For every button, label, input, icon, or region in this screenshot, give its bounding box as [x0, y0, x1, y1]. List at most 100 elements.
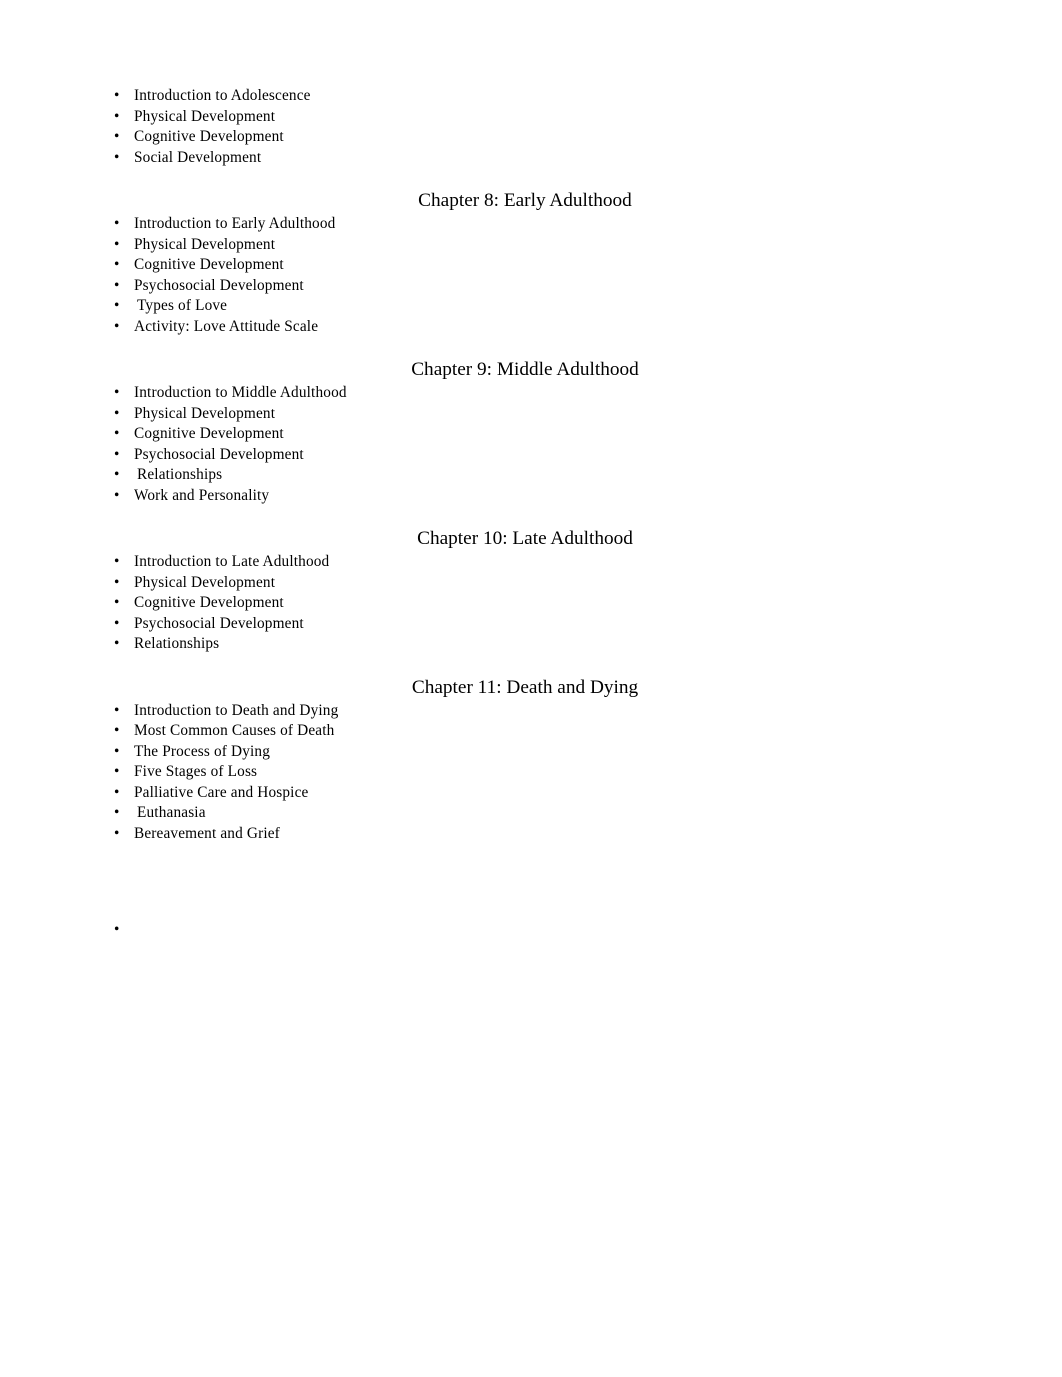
list-item-label: Euthanasia	[137, 804, 206, 821]
list-item: • Psychosocial Development	[0, 445, 1062, 466]
list-item: • Cognitive Development	[0, 424, 1062, 445]
list-item-label: Introduction to Death and Dying	[134, 701, 339, 719]
list-item: • Palliative Care and Hospice	[0, 783, 1062, 804]
bullet-icon: •	[114, 701, 120, 719]
bullet-icon: •	[114, 384, 120, 401]
list-item-label: Introduction to Middle Adulthood	[134, 384, 347, 401]
bullet-icon: •	[114, 553, 120, 570]
bullet-icon: •	[114, 594, 120, 611]
bullet-icon: •	[114, 317, 120, 335]
list-item-label: Psychosocial Development	[134, 614, 304, 632]
list-item: • The Process of Dying	[0, 742, 1062, 763]
bullet-icon: •	[114, 824, 120, 842]
bullet-icon: •	[114, 742, 120, 760]
list-item: • Activity: Love Attitude Scale	[0, 317, 1062, 338]
list-item-label: Palliative Care and Hospice	[134, 783, 309, 801]
list-item-label: Cognitive Development	[134, 256, 284, 273]
chapter-heading: Chapter 8: Early Adulthood	[418, 190, 632, 211]
list-item-label: Social Development	[134, 148, 262, 166]
bullet-icon: •	[114, 215, 120, 232]
list-item-label: Physical Development	[134, 573, 276, 591]
list-item: • Bereavement and Grief	[0, 824, 1062, 845]
bullet-icon: •	[114, 466, 120, 483]
list-item-label: Activity: Love Attitude Scale	[134, 317, 319, 335]
bullet-icon: •	[114, 425, 120, 442]
list-item-label: Physical Development	[134, 107, 276, 125]
list-item: • Work and Personality	[0, 486, 1062, 507]
bullet-icon: •	[114, 87, 120, 104]
list-item: • Introduction to Early Adulthood	[0, 214, 1062, 235]
topic-list: • Introduction to Early Adulthood • Physica…	[0, 214, 1062, 337]
list-item-label: Introduction to Late Adulthood	[134, 553, 330, 570]
chapter-section: Chapter 8: Early Adulthood • Introduction …	[0, 168, 1062, 337]
trailing-spacer	[0, 844, 1062, 920]
list-item: • Introduction to Death and Dying	[0, 701, 1062, 722]
list-item: • Types of Love	[0, 296, 1062, 317]
bullet-icon: •	[114, 573, 120, 591]
list-item: • Introduction to Adolescence	[0, 86, 1062, 107]
list-item-label: Introduction to Early Adulthood	[134, 215, 336, 232]
list-item-label: Cognitive Development	[134, 128, 284, 145]
list-item: • Psychosocial Development	[0, 614, 1062, 635]
document-body: • Introduction to Adolescence • Physical De…	[0, 0, 1062, 941]
bullet-icon: •	[114, 148, 120, 166]
bullet-icon: •	[114, 921, 120, 938]
list-item: • Psychosocial Development	[0, 276, 1062, 297]
list-item-label: The Process of Dying	[134, 742, 271, 760]
list-item: • Cognitive Development	[0, 255, 1062, 276]
list-item-label: Types of Love	[137, 297, 228, 314]
bullet-icon: •	[114, 256, 120, 273]
list-item: • Cognitive Development	[0, 127, 1062, 148]
list-item: • Relationships	[0, 634, 1062, 655]
list-item-label: Relationships	[137, 466, 223, 483]
chapter-heading: Chapter 10: Late Adulthood	[417, 528, 633, 549]
list-item: • Physical Development	[0, 107, 1062, 128]
chapter-heading: Chapter 11: Death and Dying	[411, 676, 639, 698]
chapter-section: • Introduction to Adolescence • Physical De…	[0, 86, 1062, 168]
list-item: • Introduction to Late Adulthood	[0, 552, 1062, 573]
chapter-section: •	[0, 844, 1062, 941]
list-item-label: Cognitive Development	[134, 594, 284, 611]
list-item-label: Physical Development	[134, 235, 276, 253]
list-item: • Social Development	[0, 148, 1062, 169]
chapter-section: Chapter 9: Middle Adulthood • Introduction…	[0, 337, 1062, 506]
list-item-label: Physical Development	[134, 404, 276, 422]
list-item: • Euthanasia	[0, 803, 1062, 824]
chapter-section: Chapter 10: Late Adulthood • Introduction …	[0, 506, 1062, 655]
bullet-icon: •	[114, 297, 120, 314]
list-item-label: Psychosocial Development	[134, 445, 304, 463]
bullet-icon: •	[114, 763, 120, 780]
topic-list: • Introduction to Late Adulthood • Physical…	[0, 552, 1062, 655]
chapter-section: Chapter 11: Death and Dying • Introduction…	[0, 655, 1062, 845]
topic-list: • Introduction to Death and Dying • Most Co…	[0, 701, 1062, 845]
list-item-label: Five Stages of Loss	[134, 763, 258, 780]
list-item: • Physical Development	[0, 573, 1062, 594]
bullet-icon: •	[114, 804, 120, 821]
bullet-icon: •	[114, 635, 120, 652]
list-item: • Relationships	[0, 465, 1062, 486]
top-margin-spacer	[0, 0, 1062, 86]
topic-list: • Introduction to Middle Adulthood • Physic…	[0, 383, 1062, 506]
list-item-label: Cognitive Development	[134, 425, 284, 442]
bullet-icon: •	[114, 235, 120, 253]
list-item: • Five Stages of Loss	[0, 762, 1062, 783]
bullet-icon: •	[114, 445, 120, 463]
list-item: • Introduction to Middle Adulthood	[0, 383, 1062, 404]
list-item: •	[0, 920, 1062, 941]
topic-list: •	[0, 920, 1062, 941]
bullet-icon: •	[114, 614, 120, 632]
list-item: • Physical Development	[0, 235, 1062, 256]
bullet-icon: •	[114, 107, 120, 125]
list-item-label: Bereavement and Grief	[134, 824, 280, 842]
list-item-label: Relationships	[134, 635, 220, 652]
bullet-icon: •	[114, 783, 120, 801]
bullet-icon: •	[114, 276, 120, 294]
chapter-heading: Chapter 9: Middle Adulthood	[411, 359, 639, 380]
list-item: • Cognitive Development	[0, 593, 1062, 614]
sections-container: • Introduction to Adolescence • Physical De…	[0, 86, 1062, 941]
list-item-label: Most Common Causes of Death	[134, 722, 335, 739]
